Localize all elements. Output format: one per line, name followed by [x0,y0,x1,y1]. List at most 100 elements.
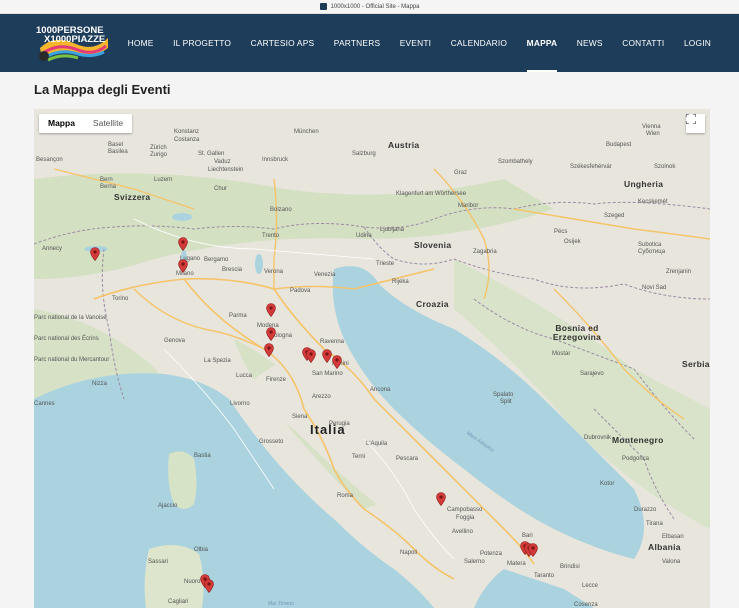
map-type-satellite-button[interactable]: Satellite [84,114,132,133]
map-label: Székesfehérvár [570,164,612,170]
event-marker-pin-icon[interactable] [266,327,276,341]
event-marker-pin-icon[interactable] [178,237,188,251]
nav-partners[interactable]: PARTNERS [334,14,380,72]
nav-cartesio-aps[interactable]: CARTESIO APS [251,14,315,72]
map-label: Zrenjanin [666,269,692,275]
event-marker-pin-icon[interactable] [528,543,538,557]
map-label: Matera [507,561,526,567]
event-marker-pin-icon[interactable] [90,247,100,261]
map-label: Ancona [370,387,391,393]
map-label: Kecskemét [638,199,668,205]
map-label: Olbia [194,547,209,553]
map-label: Roma [337,493,354,499]
map-type-control: Mappa Satellite [39,114,133,133]
event-marker-pin-icon[interactable] [436,492,446,506]
nav-login[interactable]: LOGIN [684,14,711,72]
map-label: Valona [662,559,681,565]
map-label: St. Gallen [198,151,225,157]
map-label: Osijek [564,239,581,245]
map-label: Bern [100,177,113,183]
map-label: Parma [229,313,247,319]
map-label: Elbasan [662,534,684,540]
map-label: Parc national de la Vanoise [34,315,107,321]
map-label: Sassari [148,559,169,565]
map-label: Firenze [266,377,287,383]
map-label: L'Aquila [366,441,388,447]
map-label: Tirana [646,521,663,527]
country-label: Serbia [682,359,710,369]
map-label: Salerno [464,559,485,565]
map-label: Nizza [92,381,108,387]
nav-mappa[interactable]: MAPPA [526,14,558,72]
map-label: Besançon [36,157,63,163]
map-label: Costanza [174,137,200,143]
map-label: Maribor [458,203,479,209]
nav-eventi[interactable]: EVENTI [400,14,431,72]
map-label: Zurigo [150,152,168,158]
country-label: Bosnia ed Erzegovina [552,323,602,342]
nav-home[interactable]: HOME [128,14,154,72]
map-label: Verona [264,269,284,275]
map-label: Brescia [222,267,243,273]
map-label: Venezia [314,272,336,278]
map-label: Rijeka [392,279,409,285]
map-label: Wien [646,131,660,137]
map-label: Budapest [606,142,632,148]
map-label: Trento [262,233,280,239]
map-label: Napoli [400,550,418,556]
event-marker-pin-icon[interactable] [322,349,332,363]
event-marker-pin-icon[interactable] [178,259,188,273]
map-label: Spalato [493,392,514,398]
map-label: Субoтица [638,249,666,255]
fullscreen-button[interactable] [686,114,705,133]
event-marker-pin-icon[interactable] [306,349,316,363]
map-label: Durazzo [634,507,657,513]
map-label: Livorno [230,401,250,407]
map-label: Terni [352,454,366,460]
main-content: La Mappa degli Eventi Mappa Satellite Ko… [0,72,739,608]
nav-calendario[interactable]: CALENDARIO [451,14,507,72]
event-map[interactable]: Mappa Satellite Konstanz Costanza Vienna… [34,109,710,608]
map-label: Zürich [150,145,167,151]
main-nav: HOME IL PROGETTO CARTESIO APS PARTNERS E… [108,14,711,72]
event-marker-pin-icon[interactable] [264,343,274,357]
map-label: Taranto [534,573,555,579]
map-label: Szombathely [498,159,533,165]
map-type-map-button[interactable]: Mappa [39,114,84,133]
country-label: Italia [310,422,346,437]
map-label: Ravenna [320,339,345,345]
event-marker-pin-icon[interactable] [204,579,214,593]
site-logo[interactable]: 1000PERSONE X1000PIAZZE [34,20,114,64]
event-marker-pin-icon[interactable] [332,355,342,369]
map-label: Bolzano [270,207,292,213]
country-label: Slovenia [414,240,452,250]
map-label: Szolnok [654,164,676,170]
map-label: Trieste [376,261,395,267]
nav-il-progetto[interactable]: IL PROGETTO [173,14,231,72]
map-label: Annecy [42,246,63,252]
map-label: Udine [356,233,372,239]
map-label: Bari [522,533,533,539]
nav-news[interactable]: NEWS [577,14,603,72]
page-title: La Mappa degli Eventi [34,82,171,97]
map-label: Konstanz [174,129,200,135]
map-label: Brindisi [560,564,580,570]
country-label: Austria [388,140,420,150]
map-label: Vaduz [214,159,231,165]
map-label: Zagabria [473,249,497,255]
map-label: Avellino [452,529,473,535]
map-label: Liechtenstein [208,167,244,173]
fullscreen-icon [686,114,696,124]
nav-contatti[interactable]: CONTATTI [622,14,664,72]
site-header: 1000PERSONE X1000PIAZZE HOME IL PROGETTO… [0,14,739,72]
map-label: Salzburg [352,151,376,157]
event-marker-pin-icon[interactable] [266,303,276,317]
map-label: Siena [292,414,308,420]
country-label: Croazia [416,299,449,309]
sea-label: Mar Tirreno [268,601,294,607]
map-label: Podgorica [622,456,650,462]
map-label: München [294,129,319,135]
map-label: Bastia [194,453,211,459]
map-label: Ljubljana [380,227,405,233]
map-canvas[interactable] [34,109,710,608]
